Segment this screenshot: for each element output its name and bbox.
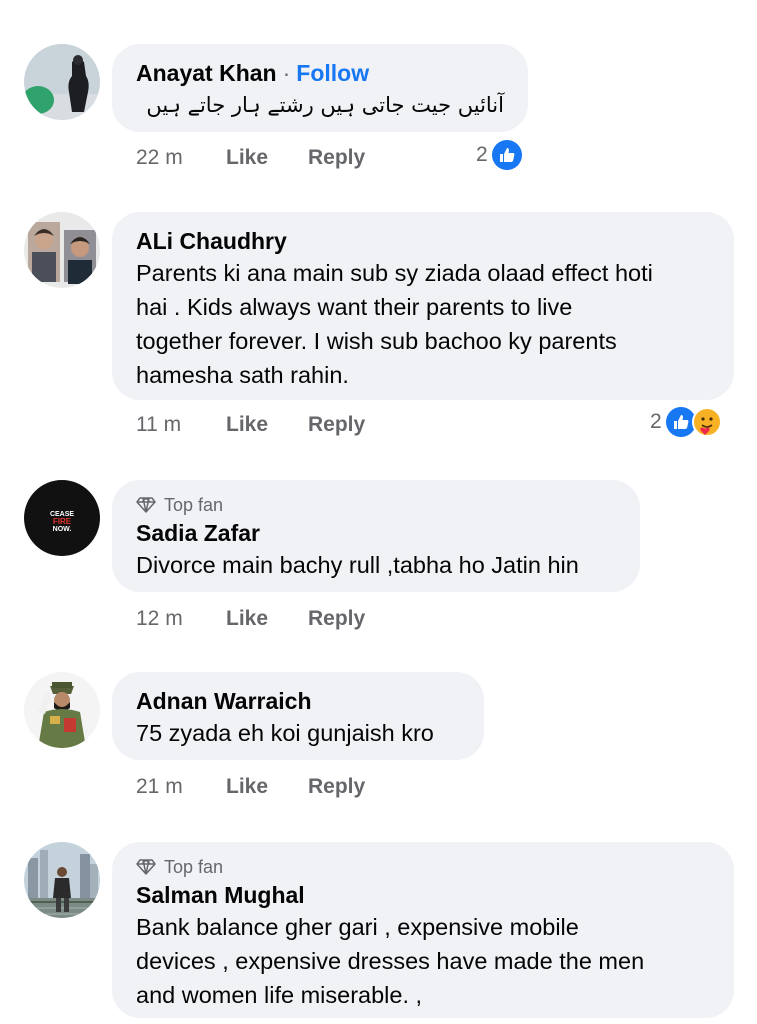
- avatar-image: [24, 44, 100, 120]
- comment-text-line: together forever. I wish sub bachoo ky p…: [136, 328, 617, 354]
- top-fan-badge: Top fan: [136, 856, 710, 878]
- comment-bubble: ALi Chaudhry Parents ki ana main sub sy …: [112, 212, 734, 400]
- follow-button[interactable]: Follow: [296, 58, 369, 88]
- avatar-image: CEASE FIRE NOW.: [24, 480, 100, 556]
- like-button[interactable]: Like: [226, 775, 308, 799]
- reply-button[interactable]: Reply: [308, 775, 365, 799]
- author-name[interactable]: ALi Chaudhry: [136, 226, 287, 256]
- author-name[interactable]: Adnan Warraich: [136, 686, 312, 716]
- comment-text: 75 zyada eh koi gunjaish kro: [136, 720, 434, 746]
- like-button[interactable]: Like: [226, 146, 308, 170]
- like-icon: [491, 140, 522, 170]
- comment-text-line: hamesha sath rahin.: [136, 362, 349, 388]
- author-name[interactable]: Sadia Zafar: [136, 518, 260, 548]
- avatar-image: [24, 212, 100, 288]
- diamond-icon: [136, 859, 156, 875]
- timestamp[interactable]: 12 m: [136, 607, 226, 631]
- comment-text-line: and women life miserable. ,: [136, 982, 423, 1008]
- avatar[interactable]: [24, 672, 100, 748]
- author-name[interactable]: Salman Mughal: [136, 880, 305, 910]
- timestamp[interactable]: 21 m: [136, 775, 226, 799]
- comment-bubble: Adnan Warraich 75 zyada eh koi gunjaish …: [112, 672, 484, 760]
- comment-text-line: Parents ki ana main sub sy ziada olaad e…: [136, 260, 653, 286]
- avatar-text: NOW.: [53, 526, 72, 533]
- care-icon: [691, 407, 722, 437]
- avatar[interactable]: [24, 212, 100, 288]
- reaction-count: 2: [650, 410, 662, 433]
- author-row: Anayat Khan · Follow: [136, 58, 504, 88]
- diamond-icon: [136, 497, 156, 513]
- top-fan-badge: Top fan: [136, 494, 616, 516]
- separator: ·: [282, 60, 291, 86]
- reply-button[interactable]: Reply: [308, 413, 365, 437]
- author-row: ALi Chaudhry: [136, 226, 710, 256]
- author-row: Salman Mughal: [136, 880, 710, 910]
- avatar[interactable]: CEASE FIRE NOW.: [24, 480, 100, 556]
- avatar-image: [24, 842, 100, 918]
- comment-text-line: Bank balance gher gari , expensive mobil…: [136, 914, 579, 940]
- badge-label: Top fan: [164, 857, 224, 877]
- comment-actions: 12 m Like Reply: [136, 607, 365, 631]
- comment-bubble: Anayat Khan · Follow آنائیں جیت جاتی ہیں…: [112, 44, 528, 132]
- comment-text: Divorce main bachy rull ,tabha ho Jatin …: [136, 552, 579, 578]
- reply-button[interactable]: Reply: [308, 607, 365, 631]
- comment-text-line: devices , expensive dresses have made th…: [136, 948, 645, 974]
- author-row: Adnan Warraich: [136, 686, 460, 716]
- author-row: Sadia Zafar: [136, 518, 616, 548]
- author-name[interactable]: Anayat Khan: [136, 58, 277, 88]
- reaction-summary[interactable]: 2: [650, 407, 722, 437]
- avatar[interactable]: [24, 842, 100, 918]
- comment-text: آنائیں جیت جاتی ہیں رشتے ہار جاتے ہیں: [146, 93, 504, 117]
- timestamp[interactable]: 22 m: [136, 146, 226, 170]
- comment-bubble: Top fan Sadia Zafar Divorce main bachy r…: [112, 480, 640, 592]
- reaction-count: 2: [476, 143, 488, 166]
- comment-actions: 22 m Like Reply: [136, 146, 365, 170]
- comment-actions: 11 m Like Reply: [136, 413, 365, 437]
- timestamp[interactable]: 11 m: [136, 413, 226, 437]
- reply-button[interactable]: Reply: [308, 146, 365, 170]
- reaction-summary[interactable]: 2: [476, 140, 522, 170]
- like-button[interactable]: Like: [226, 413, 308, 437]
- avatar[interactable]: [24, 44, 100, 120]
- badge-label: Top fan: [164, 495, 224, 515]
- avatar-text: FIRE: [53, 517, 72, 526]
- like-button[interactable]: Like: [226, 607, 308, 631]
- comment-actions: 21 m Like Reply: [136, 775, 365, 799]
- avatar-image: [24, 672, 100, 748]
- comment-bubble: Top fan Salman Mughal Bank balance gher …: [112, 842, 734, 1018]
- comment-text-line: hai . Kids always want their parents to …: [136, 294, 573, 320]
